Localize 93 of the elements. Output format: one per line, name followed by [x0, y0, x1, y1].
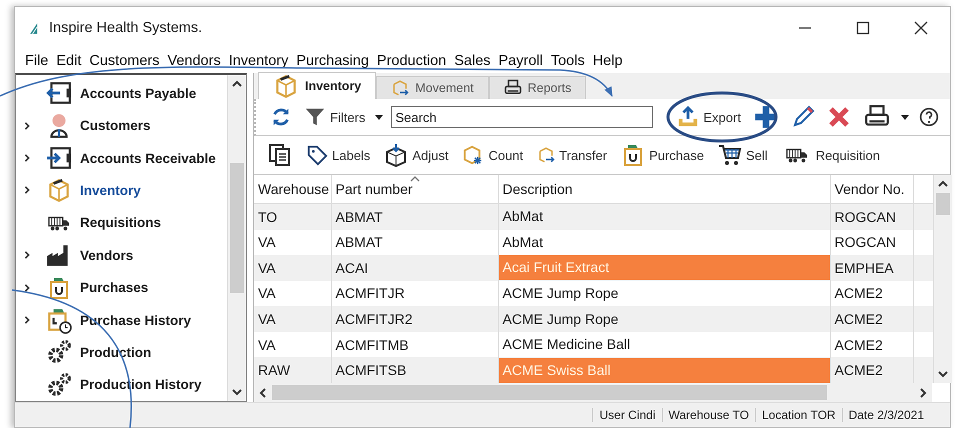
x-icon [826, 105, 851, 129]
sidebar-item[interactable]: Accounts Payable [16, 77, 227, 110]
toolbar-button[interactable]: Transfer [535, 144, 610, 166]
sort-caret-icon [410, 175, 420, 182]
menu-item[interactable]: Production [372, 53, 450, 69]
funnel-icon [304, 106, 326, 128]
toolbar-button[interactable]: Adjust [382, 141, 450, 169]
toolbar-button[interactable]: Requisition [780, 142, 882, 168]
table-cell: ABMAT [331, 204, 498, 230]
menu-item[interactable]: File [21, 53, 52, 69]
table-cell: EMPHEA [830, 255, 913, 281]
scrollbar-thumb[interactable] [230, 163, 244, 293]
status-text: User Cindi [592, 408, 662, 422]
table-cell: ACME2 [830, 306, 913, 332]
search-field[interactable]: Search [391, 106, 654, 128]
dropdown-caret-icon [900, 114, 909, 120]
gears-icon [46, 372, 72, 398]
sidebar-item[interactable]: Inventory [16, 174, 227, 207]
status-text: Warehouse TO [662, 408, 755, 422]
box-down-arrow-icon [384, 143, 408, 167]
cart-icon [718, 143, 742, 167]
sidebar-item[interactable]: Purchases [16, 271, 227, 304]
box-arrow-icon [537, 146, 556, 164]
table-cell: ACME Swiss Ball [498, 358, 830, 383]
documents-icon [268, 143, 292, 167]
menu-item[interactable]: Inventory [224, 53, 292, 69]
scroll-down-icon [938, 369, 948, 379]
tab[interactable]: Movement [376, 76, 489, 99]
printer-icon [504, 79, 522, 97]
table-cell: RAW [254, 357, 331, 383]
toolbar-button[interactable]: Count [460, 142, 526, 168]
table-cell: VA [254, 306, 331, 332]
menu-item[interactable]: Vendors [163, 53, 225, 69]
tag-icon [306, 144, 328, 166]
sidebar-item[interactable]: Accounts Receivable [16, 142, 227, 174]
help-icon [918, 107, 939, 127]
scroll-up-icon [232, 79, 242, 89]
sidebar-item[interactable]: Customers [16, 109, 227, 142]
bag-clock-icon [46, 306, 72, 334]
table-cell-text: ACME Jump Rope [502, 284, 620, 303]
receivable-icon [45, 145, 73, 172]
status-text: Date 2/3/2021 [842, 408, 930, 422]
menu-item[interactable]: Customers [85, 53, 164, 69]
scroll-left-icon [258, 388, 268, 398]
payable-icon [45, 80, 73, 106]
toolbar-button[interactable]: Sell [716, 141, 770, 169]
table-cell: ROGCAN [830, 204, 913, 230]
menu-item[interactable]: Sales [450, 53, 495, 69]
tab[interactable]: Inventory [258, 72, 376, 99]
status-text: Location TOR [754, 408, 842, 422]
scroll-right-icon [918, 388, 928, 398]
scrollbar-thumb[interactable] [936, 193, 950, 215]
dropdown-caret-icon [375, 114, 384, 120]
toolbar-button[interactable]: Labels [304, 142, 372, 168]
menu-item[interactable]: Tools [546, 53, 589, 69]
table-cell-text: AbMat [502, 232, 544, 252]
close-button[interactable] [914, 21, 928, 35]
maximize-button[interactable] [856, 21, 870, 35]
expand-chevron-icon [23, 185, 31, 196]
expand-chevron-icon [23, 282, 31, 293]
scroll-up-icon [938, 179, 948, 189]
table-cell: ACME2 [830, 357, 913, 383]
menu-item[interactable]: Payroll [494, 53, 547, 69]
upload-tray-icon [677, 106, 700, 128]
window-title: Inspire Health Systems. [49, 20, 204, 36]
tab[interactable]: Reports [488, 76, 586, 99]
toolbar-button[interactable]: Purchase [619, 140, 706, 170]
box-icon [391, 79, 410, 97]
sidebar-item[interactable]: Requisitions [16, 206, 227, 240]
export-button[interactable]: Export [675, 104, 743, 130]
pencil-icon [790, 105, 815, 129]
table-cell-text: ACME Jump Rope [502, 310, 620, 329]
table-cell: ACMFITSB [331, 357, 498, 383]
scrollbar-thumb[interactable] [272, 385, 827, 400]
table-cell-text: ACME Medicine Ball [502, 335, 632, 354]
menu-item[interactable]: Help [588, 53, 627, 69]
filters-button[interactable]: Filters [302, 104, 368, 130]
table-cell: ACMFITJR2 [331, 306, 498, 332]
expand-chevron-icon [23, 153, 31, 164]
table-cell: VA [254, 255, 331, 281]
expand-chevron-icon [23, 250, 31, 260]
menu-item[interactable]: Edit [52, 53, 86, 69]
scroll-down-icon [232, 387, 242, 397]
expand-chevron-icon [23, 120, 31, 131]
box-icon [462, 144, 484, 166]
expand-chevron-icon [23, 315, 31, 326]
table-cell: ACAI [331, 255, 498, 281]
menu-item[interactable]: Purchasing [292, 53, 373, 69]
table-cell: Acai Fruit Extract [498, 255, 830, 280]
gears-icon [46, 339, 72, 366]
sidebar-item[interactable]: Vendors [16, 239, 227, 272]
table-cell-text: AbMat [502, 207, 544, 226]
table-cell: TO [254, 204, 331, 230]
